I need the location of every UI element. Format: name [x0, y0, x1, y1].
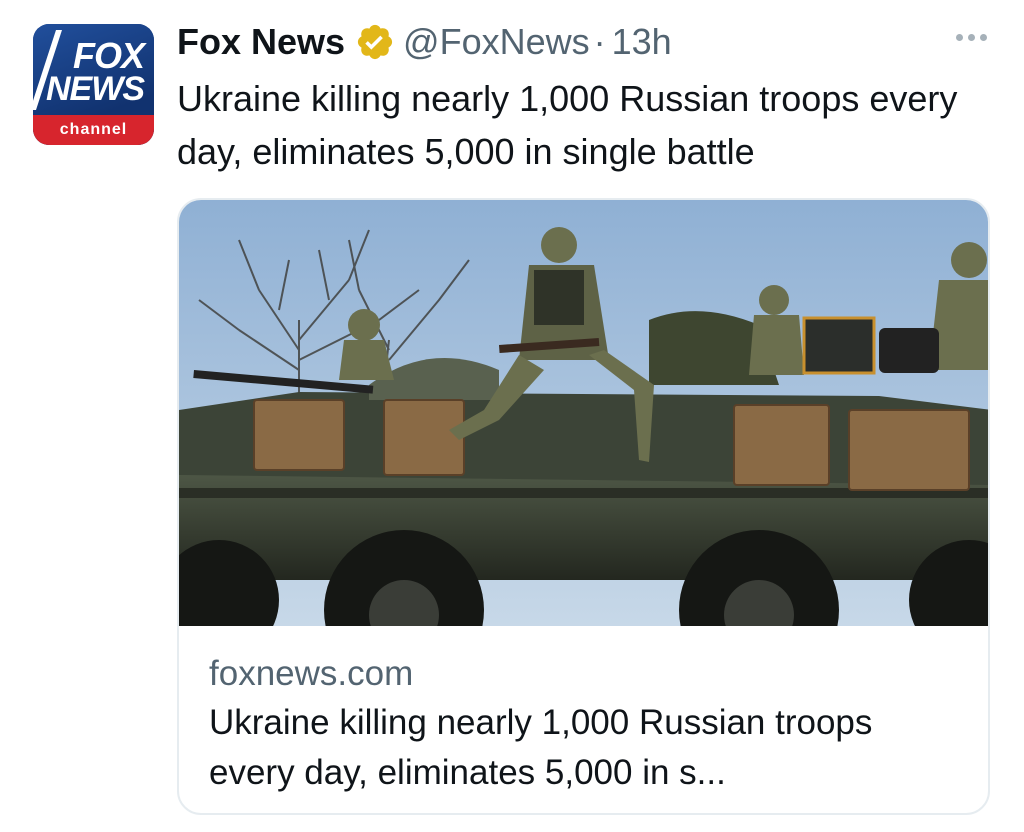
- card-body: foxnews.com Ukraine killing nearly 1,000…: [179, 626, 988, 798]
- avatar-logo-band: channel: [33, 115, 154, 145]
- avatar-logo-line2: NEWS: [46, 70, 145, 108]
- timestamp[interactable]: 13h: [612, 18, 672, 66]
- card-image: [179, 200, 988, 626]
- card-title: Ukraine killing nearly 1,000 Russian tro…: [209, 703, 873, 792]
- separator-dot: ·: [593, 21, 606, 62]
- avatar-logo-line1: FOX: [72, 35, 145, 76]
- more-options-icon[interactable]: [956, 34, 987, 41]
- card-domain: foxnews.com: [209, 654, 414, 693]
- verified-badge-icon: [355, 22, 395, 62]
- tweet: FOX NEWS channel Fox News @FoxNews · 13h…: [0, 0, 1024, 832]
- tweet-text: Ukraine killing nearly 1,000 Russian tro…: [177, 78, 958, 172]
- tweet-header: Fox News @FoxNews · 13h: [177, 18, 672, 66]
- avatar[interactable]: FOX NEWS channel: [33, 24, 154, 145]
- user-handle[interactable]: @FoxNews: [403, 18, 590, 66]
- display-name[interactable]: Fox News: [177, 18, 345, 66]
- link-card[interactable]: foxnews.com Ukraine killing nearly 1,000…: [177, 198, 990, 815]
